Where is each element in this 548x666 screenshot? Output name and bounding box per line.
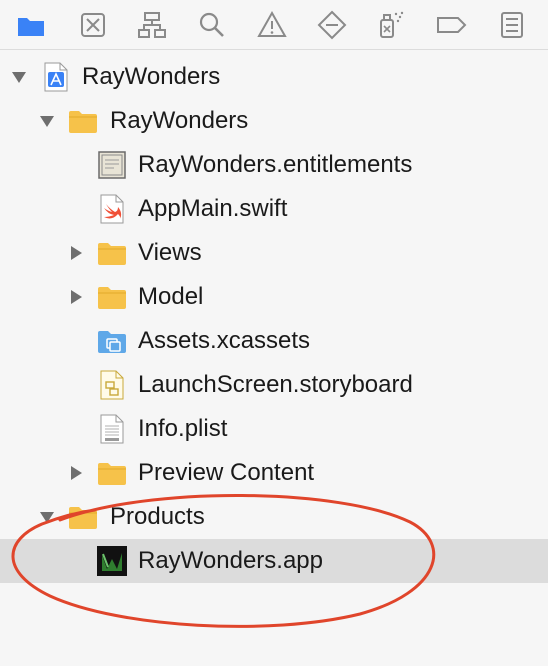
- assets-catalog-icon: [98, 331, 126, 353]
- tree-row-file[interactable]: AppMain.swift: [0, 187, 548, 231]
- disclosure-open-icon[interactable]: [11, 69, 27, 85]
- tree-row-file[interactable]: LaunchScreen.storyboard: [0, 363, 548, 407]
- tree-row-project[interactable]: RayWonders: [0, 55, 548, 99]
- navigator-toolbar: [0, 0, 548, 50]
- disclosure-closed-icon[interactable]: [68, 465, 84, 481]
- source-control-icon[interactable]: [76, 8, 110, 42]
- disclosure-open-icon[interactable]: [39, 113, 55, 129]
- tree-row-group[interactable]: RayWonders: [0, 99, 548, 143]
- breakpoint-tag-icon[interactable]: [434, 8, 468, 42]
- tree-row-file[interactable]: Info.plist: [0, 407, 548, 451]
- tree-item-label: Assets.xcassets: [138, 327, 311, 354]
- tree-row-group[interactable]: Products: [0, 495, 548, 539]
- folder-icon: [69, 111, 97, 133]
- tree-row-group[interactable]: Preview Content: [0, 451, 548, 495]
- tree-item-label: LaunchScreen.storyboard: [138, 371, 413, 398]
- folder-icon: [69, 507, 97, 529]
- tree-item-label: RayWonders.entitlements: [138, 151, 413, 178]
- search-icon[interactable]: [195, 8, 229, 42]
- debug-spray-icon[interactable]: [373, 8, 407, 42]
- test-diamond-icon[interactable]: [315, 8, 349, 42]
- tree-row-product-selected[interactable]: RayWonders.app: [0, 539, 548, 583]
- tree-item-label: RayWonders.app: [138, 547, 323, 574]
- disclosure-closed-icon[interactable]: [68, 245, 84, 261]
- tree-row-group[interactable]: Model: [0, 275, 548, 319]
- folder-icon: [98, 243, 126, 265]
- folder-icon: [98, 463, 126, 485]
- report-list-icon[interactable]: [495, 8, 529, 42]
- tree-item-label: Preview Content: [138, 459, 315, 486]
- folder-icon[interactable]: [14, 8, 48, 42]
- tree-item-label: Views: [138, 239, 202, 266]
- tree-row-group[interactable]: Views: [0, 231, 548, 275]
- tree-item-label: Products: [110, 503, 205, 530]
- app-product-icon: [97, 546, 127, 576]
- warning-icon[interactable]: [255, 8, 289, 42]
- xcode-project-icon: [44, 62, 68, 92]
- storyboard-file-icon: [100, 370, 124, 400]
- tree-row-file[interactable]: RayWonders.entitlements: [0, 143, 548, 187]
- entitlements-certificate-icon: [98, 151, 126, 179]
- tree-item-label: RayWonders: [82, 63, 221, 90]
- hierarchy-icon[interactable]: [135, 8, 169, 42]
- folder-icon: [98, 287, 126, 309]
- disclosure-open-icon[interactable]: [39, 509, 55, 525]
- tree-item-label: AppMain.swift: [138, 195, 288, 222]
- disclosure-closed-icon[interactable]: [68, 289, 84, 305]
- tree-row-file[interactable]: Assets.xcassets: [0, 319, 548, 363]
- tree-item-label: Model: [138, 283, 204, 310]
- tree-item-label: Info.plist: [138, 415, 228, 442]
- plist-file-icon: [100, 414, 124, 444]
- tree-item-label: RayWonders: [110, 107, 249, 134]
- swift-file-icon: [100, 194, 124, 224]
